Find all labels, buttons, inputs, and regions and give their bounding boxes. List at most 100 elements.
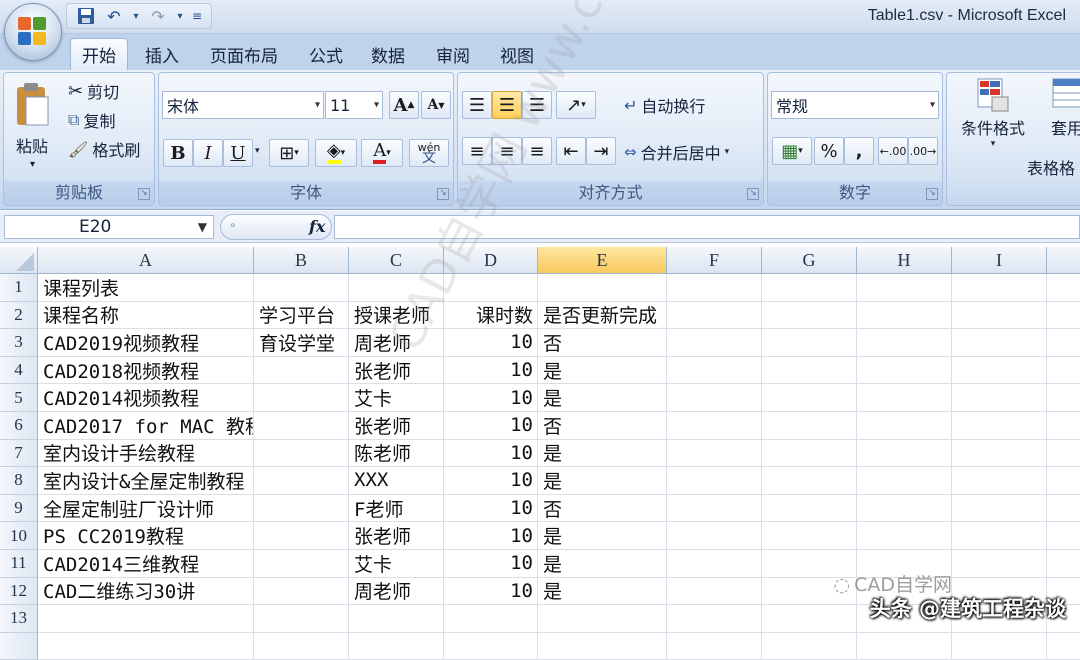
row-header[interactable]: 2 — [0, 301, 38, 330]
align-bottom-icon[interactable]: ☰ — [522, 91, 552, 119]
office-button[interactable] — [4, 3, 62, 61]
cell-c-4[interactable]: 张老师 — [349, 356, 444, 385]
cell-d-13[interactable] — [444, 605, 538, 633]
cell-c-6[interactable]: 张老师 — [349, 412, 444, 440]
cell-a-1[interactable]: 课程列表 — [38, 274, 254, 302]
borders-button[interactable]: ⊞ ▾ — [269, 139, 309, 167]
formula-input[interactable] — [334, 215, 1080, 239]
cell-d-4[interactable]: 10 — [444, 356, 538, 385]
empty-cell[interactable] — [857, 522, 952, 550]
cell-b-8[interactable] — [254, 467, 349, 495]
grow-font-button[interactable]: A ▲ — [389, 91, 419, 119]
cell-a-4[interactable]: CAD2018视频教程 — [38, 356, 254, 385]
cell-b-13[interactable] — [254, 605, 349, 633]
empty-cell[interactable] — [952, 494, 1047, 523]
fill-color-button[interactable]: ◈ ▾ — [315, 139, 357, 167]
font-name-select[interactable]: 宋体 ▾ — [162, 91, 324, 119]
column-header-a[interactable]: A — [38, 247, 254, 274]
comma-style-button[interactable]: , — [844, 137, 874, 165]
increase-indent-icon[interactable]: ⇥ — [586, 137, 616, 165]
cell-a-9[interactable]: 全屋定制驻厂设计师 — [38, 494, 254, 523]
cell-e-3[interactable]: 否 — [538, 329, 667, 357]
align-right-icon[interactable]: ≡ — [522, 137, 552, 165]
cell-e-6[interactable]: 否 — [538, 412, 667, 440]
cell-b-11[interactable] — [254, 550, 349, 578]
cell-a-13[interactable] — [38, 605, 254, 633]
row-header[interactable]: 6 — [0, 412, 38, 440]
row-header[interactable]: 10 — [0, 522, 38, 550]
cell-d-8[interactable]: 10 — [444, 467, 538, 495]
row-header[interactable]: 3 — [0, 329, 38, 357]
empty-cell[interactable] — [667, 439, 762, 468]
cell-c-7[interactable]: 陈老师 — [349, 439, 444, 468]
empty-cell[interactable] — [667, 384, 762, 412]
column-header-b[interactable]: B — [254, 247, 349, 274]
row-header[interactable]: 13 — [0, 605, 38, 633]
cell-a-10[interactable]: PS CC2019教程 — [38, 522, 254, 550]
font-size-select[interactable]: 11 ▾ — [325, 91, 383, 119]
cell-e-12[interactable]: 是 — [538, 577, 667, 606]
empty-cell[interactable] — [762, 356, 857, 385]
empty-cell[interactable] — [667, 577, 762, 606]
cell-a-6[interactable]: CAD2017 for MAC 教程 — [38, 412, 254, 440]
align-left-icon[interactable]: ≡ — [462, 137, 492, 165]
empty-cell[interactable] — [1047, 495, 1080, 523]
row-header[interactable]: 7 — [0, 439, 38, 468]
empty-cell[interactable] — [667, 356, 762, 385]
underline-dropdown-icon[interactable]: ▾ — [255, 146, 260, 156]
wrap-text-button[interactable]: ↵ 自动换行 — [624, 93, 705, 117]
empty-cell[interactable] — [667, 494, 762, 523]
cell-a-8[interactable]: 室内设计&全屋定制教程 — [38, 467, 254, 495]
copy-button[interactable]: ⧉ 复制 — [68, 108, 115, 132]
cell-b-10[interactable] — [254, 522, 349, 550]
empty-cell[interactable] — [762, 605, 857, 633]
cell-e-1[interactable] — [538, 274, 667, 302]
cell-a-7[interactable]: 室内设计手绘教程 — [38, 439, 254, 468]
empty-cell[interactable] — [667, 605, 762, 633]
cell-a-12[interactable]: CAD二维练习30讲 — [38, 577, 254, 606]
cell-d-12[interactable]: 10 — [444, 577, 538, 606]
empty-cell[interactable] — [667, 301, 762, 330]
accounting-format-button[interactable]: ▦ ▾ — [772, 137, 812, 165]
cell-c-5[interactable]: 艾卡 — [349, 384, 444, 412]
empty-cell[interactable] — [952, 329, 1047, 357]
empty-cell[interactable] — [952, 522, 1047, 550]
cell-c-8[interactable]: XXX — [349, 467, 444, 495]
redo-icon[interactable]: ↷ — [147, 6, 169, 26]
cell-b-5[interactable] — [254, 384, 349, 412]
empty-cell[interactable] — [667, 467, 762, 495]
customize-toolbar-icon[interactable]: ≡ — [191, 6, 203, 26]
cell-c-11[interactable]: 艾卡 — [349, 550, 444, 578]
empty-cell[interactable] — [667, 550, 762, 578]
tab-insert[interactable]: 插入 — [136, 38, 188, 70]
orientation-button[interactable]: ↗ ▾ — [556, 91, 596, 119]
empty-cell[interactable] — [952, 412, 1047, 440]
empty-cell[interactable] — [1047, 302, 1080, 330]
empty-cell[interactable] — [762, 467, 857, 495]
empty-cell[interactable] — [1047, 384, 1080, 412]
cell-e-11[interactable]: 是 — [538, 550, 667, 578]
row-header[interactable]: 1 — [0, 274, 38, 302]
empty-cell[interactable] — [1047, 412, 1080, 440]
cell-d-7[interactable]: 10 — [444, 439, 538, 468]
empty-cell[interactable] — [857, 494, 952, 523]
column-header-g[interactable]: G — [762, 247, 857, 274]
row-header[interactable]: 8 — [0, 467, 38, 495]
tab-home[interactable]: 开始 — [70, 38, 128, 70]
format-as-table-button[interactable]: 套用 — [1051, 75, 1080, 139]
align-middle-icon[interactable]: ☰ — [492, 91, 522, 119]
decrease-indent-icon[interactable]: ⇤ — [556, 137, 586, 165]
cell-e-7[interactable]: 是 — [538, 439, 667, 468]
cell-c-12[interactable]: 周老师 — [349, 577, 444, 606]
cell-d-11[interactable]: 10 — [444, 550, 538, 578]
cell-b-6[interactable] — [254, 412, 349, 440]
cell-c-10[interactable]: 张老师 — [349, 522, 444, 550]
conditional-format-button[interactable]: 条件格式 ▾ — [961, 75, 1025, 149]
empty-cell[interactable] — [1047, 550, 1080, 578]
tab-view[interactable]: 视图 — [490, 38, 544, 70]
insert-function-button[interactable]: fx — [309, 217, 325, 236]
cell-c-3[interactable]: 周老师 — [349, 329, 444, 357]
bold-button[interactable]: B — [163, 139, 193, 167]
format-painter-button[interactable]: 🖌 格式刷 — [68, 137, 140, 161]
empty-cell[interactable] — [857, 329, 952, 357]
